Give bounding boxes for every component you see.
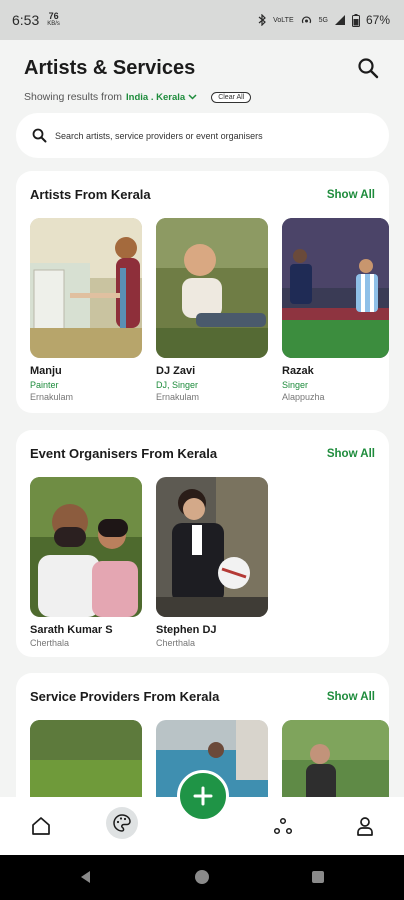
organiser-photo <box>156 477 268 617</box>
section-title: Artists From Kerala <box>30 187 151 202</box>
profile-icon <box>357 817 373 836</box>
back-icon[interactable] <box>78 869 94 885</box>
services-icon <box>273 817 293 835</box>
artist-name: Razak <box>282 365 314 377</box>
location-value: India . Kerala <box>126 91 186 103</box>
artist-role: DJ, Singer <box>156 380 199 390</box>
organiser-name: Stephen DJ <box>156 624 217 636</box>
organiser-photo <box>30 477 142 617</box>
organisers-section: Event Organisers From Kerala Show All Sa… <box>16 430 389 657</box>
network-speed: 76 KB/s <box>47 12 60 28</box>
artist-role: Singer <box>282 380 309 390</box>
search-icon <box>32 128 47 143</box>
location-filter: Showing results from India . Kerala Clea… <box>24 91 252 103</box>
nav-home[interactable] <box>28 813 54 839</box>
speed-value: 76 <box>48 11 59 21</box>
showing-label: Showing results from <box>24 91 123 103</box>
artist-place: Ernakulam <box>156 392 200 402</box>
status-left: 6:53 76 KB/s <box>12 12 60 29</box>
volte-label: VoLTE <box>273 16 294 24</box>
artist-photo <box>282 218 389 358</box>
battery-level: 67% <box>365 13 390 27</box>
bluetooth-icon <box>258 14 267 26</box>
home-circle-icon[interactable] <box>194 869 210 885</box>
providers-header: Service Providers From Kerala Show All <box>30 689 375 704</box>
recents-icon[interactable] <box>310 869 326 885</box>
home-icon <box>32 817 50 835</box>
artist-place: Ernakulam <box>30 392 74 402</box>
add-icon <box>193 786 213 806</box>
artist-name: DJ Zavi <box>156 365 196 377</box>
artists-section: Artists From Kerala Show All Manju Paint… <box>16 171 389 413</box>
clear-all-button[interactable]: Clear All <box>211 91 252 103</box>
artist-photo <box>156 218 268 358</box>
page-title: Artists & Services <box>24 57 196 79</box>
status-right: VoLTE 5G 67% <box>257 13 390 27</box>
artists-palette-icon <box>113 814 131 832</box>
chevron-down-icon <box>188 94 197 100</box>
search-bar[interactable] <box>16 113 389 158</box>
battery-icon <box>351 13 360 27</box>
location-selector[interactable]: India . Kerala <box>126 92 197 103</box>
show-all-organisers-button[interactable]: Show All <box>327 448 375 460</box>
status-time: 6:53 <box>12 12 40 28</box>
artists-row: Manju Painter Ernakulam DJ Zavi DJ, Sing… <box>30 218 389 402</box>
speed-unit: KB/s <box>47 21 60 27</box>
organiser-card[interactable]: Sarath Kumar S Cherthala <box>30 477 142 648</box>
status-bar: 6:53 76 KB/s VoLTE 5G 67% <box>0 0 404 40</box>
section-title: Event Organisers From Kerala <box>30 446 218 461</box>
nav-services[interactable] <box>270 813 296 839</box>
organiser-card[interactable]: Stephen DJ Cherthala <box>156 477 268 648</box>
organiser-name: Sarath Kumar S <box>30 624 113 636</box>
network-type: 5G <box>318 16 328 24</box>
section-title: Service Providers From Kerala <box>30 689 220 704</box>
artist-role: Painter <box>30 380 59 390</box>
artist-name: Manju <box>30 365 62 377</box>
organiser-place: Cherthala <box>156 638 196 648</box>
artist-card[interactable]: Razak Singer Alappuzha <box>282 218 389 402</box>
artist-place: Alappuzha <box>282 392 325 402</box>
organiser-place: Cherthala <box>30 638 70 648</box>
show-all-providers-button[interactable]: Show All <box>327 691 375 703</box>
artist-card[interactable]: Manju Painter Ernakulam <box>30 218 142 402</box>
artist-photo <box>30 218 142 358</box>
nav-profile[interactable] <box>352 813 378 839</box>
organisers-header: Event Organisers From Kerala Show All <box>30 446 375 461</box>
add-button[interactable] <box>177 770 229 822</box>
organisers-row: Sarath Kumar S Cherthala Stephen DJ Cher… <box>30 477 268 648</box>
nav-artists[interactable] <box>106 807 138 839</box>
search-input[interactable] <box>55 130 355 141</box>
header: Artists & Services Showing results from … <box>0 40 404 110</box>
show-all-artists-button[interactable]: Show All <box>327 189 375 201</box>
search-icon[interactable] <box>356 56 380 80</box>
signal-icon <box>334 15 345 25</box>
hotspot-icon <box>301 16 311 24</box>
system-nav-bar <box>0 855 404 900</box>
artist-card[interactable]: DJ Zavi DJ, Singer Ernakulam <box>156 218 268 402</box>
artists-header: Artists From Kerala Show All <box>30 187 375 202</box>
